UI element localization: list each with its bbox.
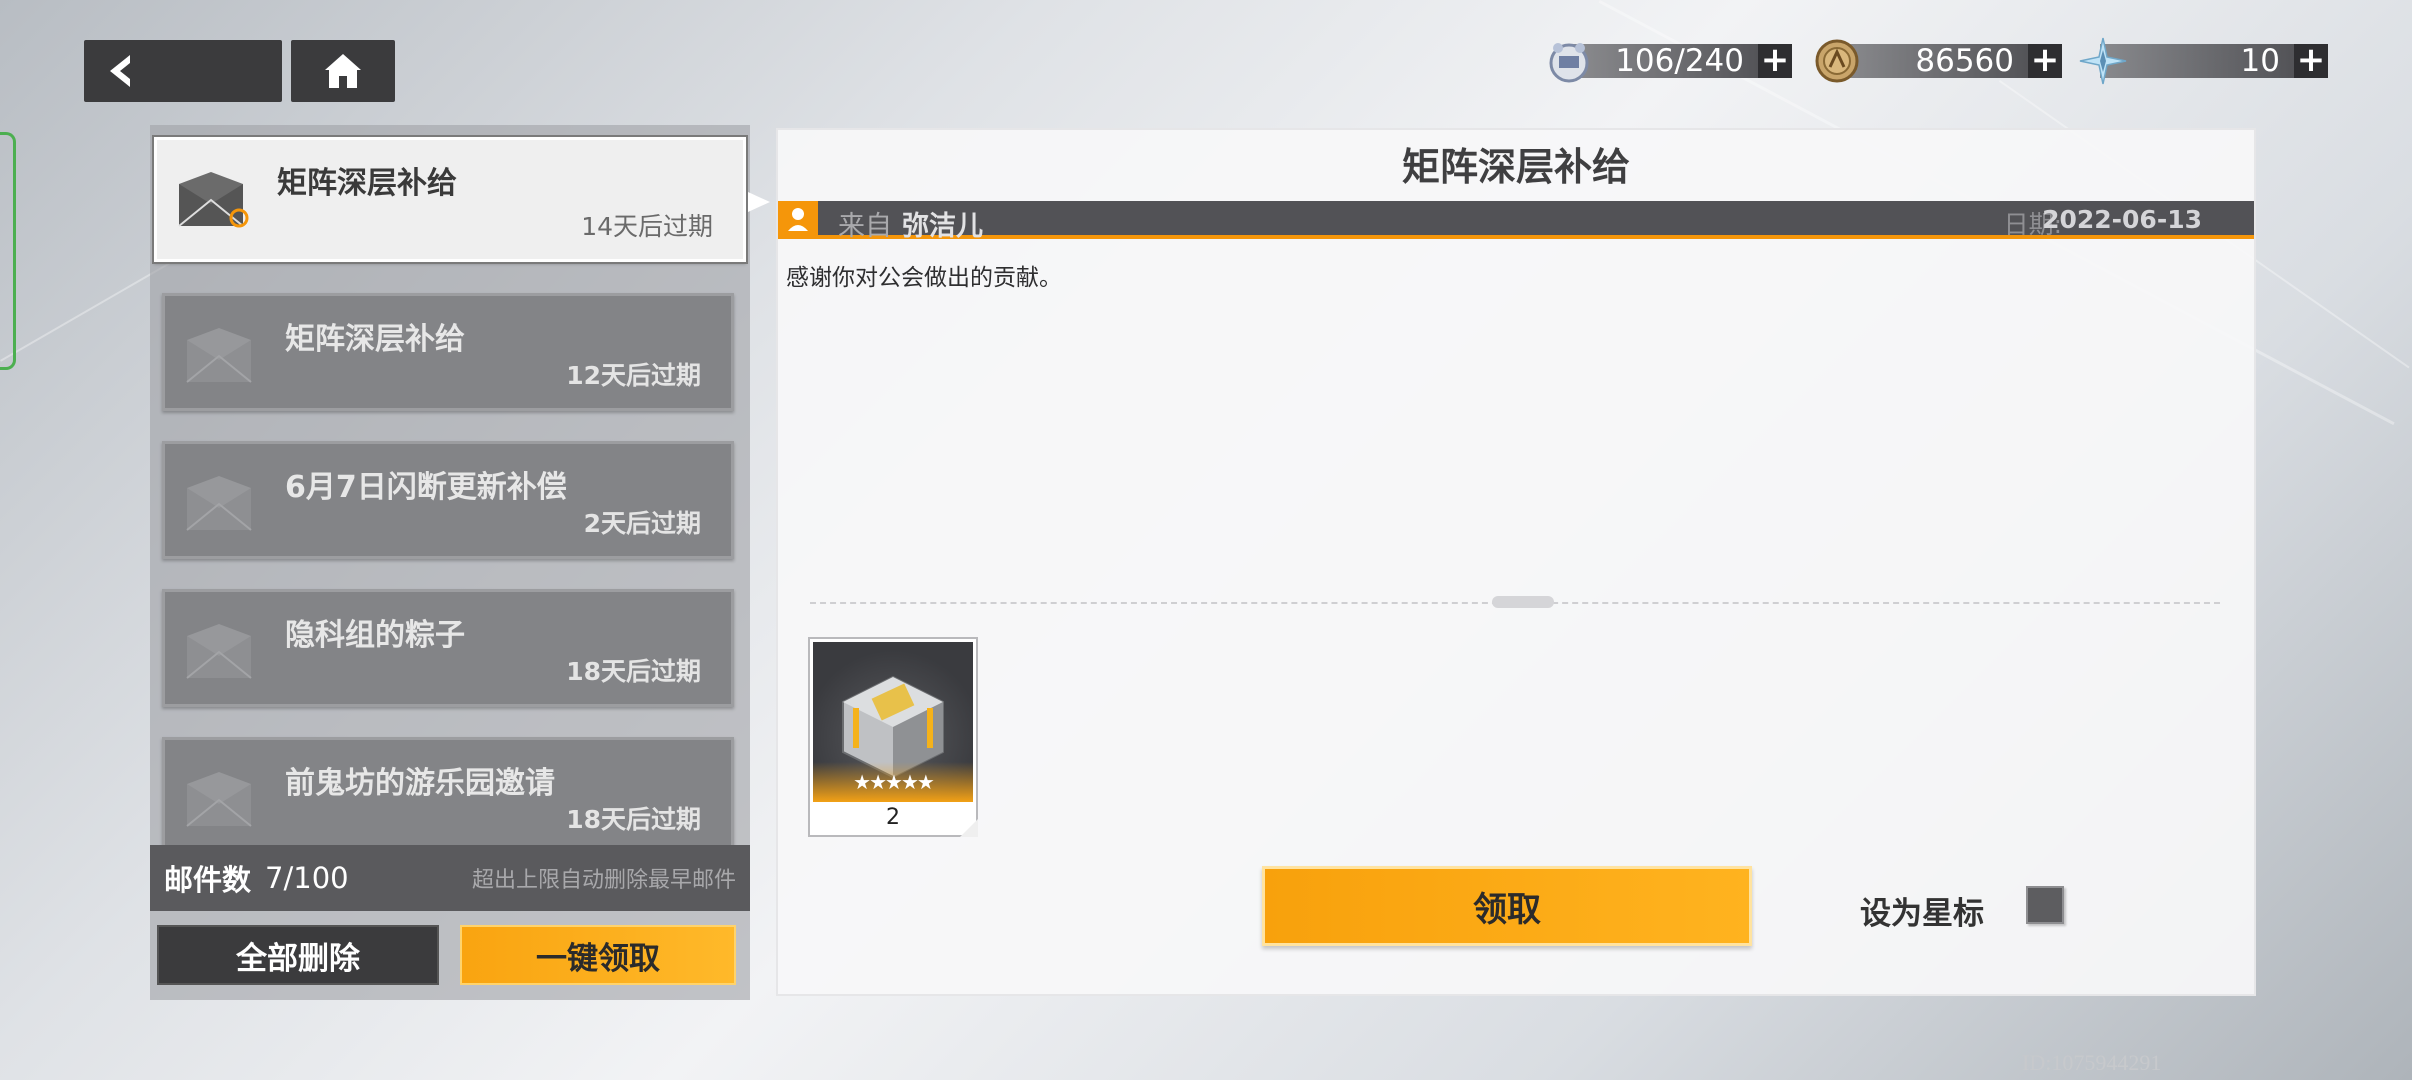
mail-expiry: 2天后过期 <box>583 509 701 538</box>
home-icon <box>325 54 361 88</box>
mail-count-label: 邮件数 <box>164 863 252 897</box>
mail-expiry: 12天后过期 <box>566 361 701 390</box>
mail-detail-panel: 矩阵深层补给 来自 弥洁儿 日期: 2022-06-13 感谢你对公会做出的贡献… <box>776 128 2256 996</box>
delete-all-button[interactable]: 全部删除 <box>157 925 439 985</box>
resource-stamina: 106/240 + <box>1549 43 1792 83</box>
mail-envelope-icon <box>186 772 252 827</box>
mail-title: 矩阵深层补给 <box>277 166 457 201</box>
add-stamina-button[interactable]: + <box>1758 43 1792 78</box>
divider-handle <box>1492 596 1554 608</box>
sender-name: 弥洁儿 <box>902 211 983 242</box>
add-coin-button[interactable]: + <box>2028 43 2062 78</box>
rarity-stars: ★★★★★ <box>853 770 935 794</box>
mail-title: 6月7日闪断更新补偿 <box>285 470 567 505</box>
card-corner <box>960 819 978 837</box>
mail-attachment-icon <box>178 172 249 228</box>
mail-count-hint: 超出上限自动删除最早邮件 <box>471 868 736 893</box>
star-label: 设为星标 <box>1860 896 1984 932</box>
back-arrow-icon <box>110 55 130 87</box>
selection-pointer-icon <box>748 192 770 212</box>
mail-item[interactable]: 6月7日闪断更新补偿 2天后过期 <box>162 441 734 559</box>
coin-value: 86560 <box>1915 43 2014 79</box>
back-button[interactable] <box>84 40 282 102</box>
mail-item[interactable]: 隐科组的粽子 18天后过期 <box>162 589 734 707</box>
claim-button[interactable]: 领取 <box>1262 866 1752 946</box>
mail-expiry: 14天后过期 <box>581 212 713 241</box>
mail-envelope-icon <box>186 328 252 383</box>
stamina-value: 106/240 <box>1615 43 1744 79</box>
mail-count-value: 7/100 <box>265 861 349 895</box>
mail-title: 隐科组的粽子 <box>285 618 465 653</box>
star-checkbox[interactable] <box>2026 886 2064 924</box>
mail-envelope-icon <box>186 476 252 531</box>
person-icon <box>788 208 808 231</box>
reward-item[interactable]: ★★★★★ 2 <box>808 637 978 837</box>
mail-item[interactable]: 矩阵深层补给 12天后过期 <box>162 293 734 411</box>
sender-label: 来自 <box>838 211 892 242</box>
mail-item[interactable]: 前鬼坊的游乐园邀请 18天后过期 <box>162 737 734 855</box>
resource-crystal: 10 + <box>2079 37 2328 85</box>
mail-title: 矩阵深层补给 <box>285 322 465 357</box>
mail-expiry: 18天后过期 <box>566 657 701 686</box>
mail-count-bar: 邮件数 7/100 超出上限自动删除最早邮件 <box>150 845 750 911</box>
reward-quantity: 2 <box>886 805 900 830</box>
stamina-drone-icon <box>1549 43 1589 83</box>
sender-badge <box>778 201 818 239</box>
supply-crate-icon: ★★★★★ <box>813 642 973 802</box>
sender-bar: 来自 弥洁儿 日期: 2022-06-13 <box>778 201 2254 242</box>
mail-item[interactable]: 矩阵深层补给 14天后过期 <box>152 135 748 264</box>
home-button[interactable] <box>291 40 395 102</box>
mail-detail-title: 矩阵深层补给 <box>1401 145 1630 189</box>
coin-icon <box>1815 39 1859 83</box>
user-id: ID:1075944291 <box>2022 1050 2162 1075</box>
side-tab-indicator[interactable] <box>0 132 16 370</box>
crystal-value: 10 <box>2240 43 2280 79</box>
add-crystal-button[interactable]: + <box>2294 43 2328 78</box>
mail-body: 感谢你对公会做出的贡献。 <box>786 265 1062 291</box>
crystal-icon <box>2079 37 2127 85</box>
resource-coin: 86560 + <box>1815 39 2062 83</box>
mail-expiry: 18天后过期 <box>566 805 701 834</box>
mail-envelope-icon <box>186 624 252 679</box>
date-value: 2022-06-13 <box>2042 205 2202 234</box>
claim-all-button[interactable]: 一键领取 <box>460 925 736 985</box>
mail-title: 前鬼坊的游乐园邀请 <box>285 766 555 801</box>
